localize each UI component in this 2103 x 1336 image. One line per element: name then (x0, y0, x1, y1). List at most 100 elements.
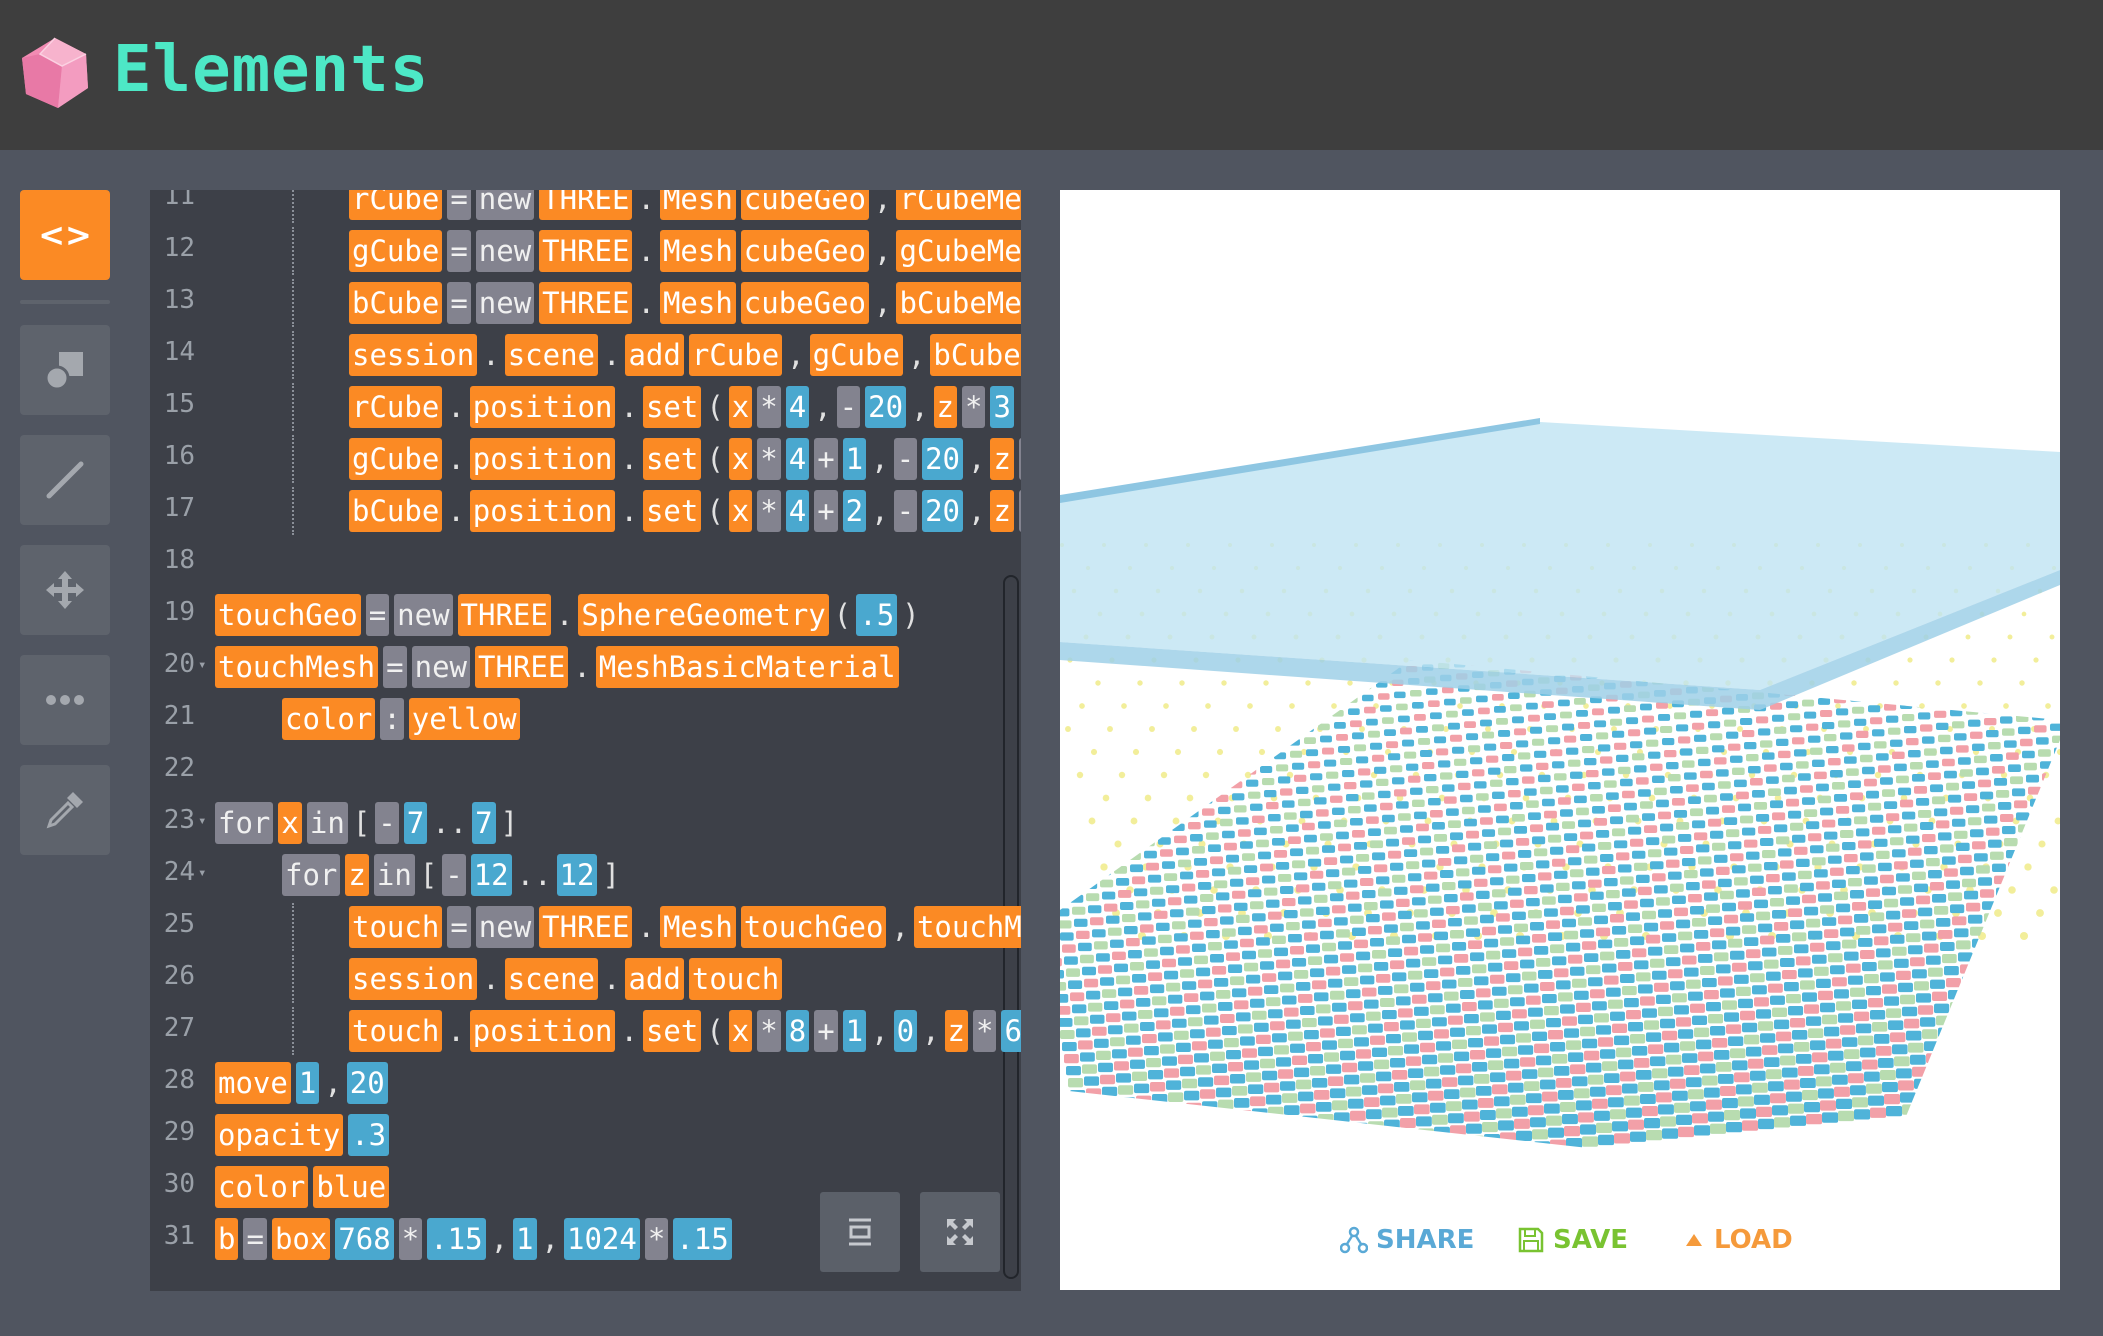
code-line[interactable]: touchMesh = new THREE. MeshBasicMaterial (215, 645, 904, 689)
code-token[interactable]: = (447, 906, 471, 948)
code-punctuation[interactable]: , (542, 1222, 559, 1256)
code-punctuation[interactable]: .. (432, 806, 467, 840)
code-token[interactable]: = (447, 282, 471, 324)
code-token[interactable]: rCube (349, 386, 443, 428)
code-token[interactable]: add (625, 958, 684, 1000)
code-punctuation[interactable]: . (620, 390, 637, 424)
code-token[interactable]: 0 (893, 1010, 918, 1052)
code-punctuation[interactable]: , (871, 1014, 888, 1048)
line-tool-button[interactable] (20, 435, 110, 525)
code-punctuation[interactable]: . (447, 494, 464, 528)
code-token[interactable]: new (475, 906, 535, 948)
code-token[interactable]: .15 (673, 1218, 732, 1260)
code-punctuation[interactable]: ] (501, 806, 518, 840)
code-token[interactable]: x (728, 490, 753, 532)
code-token[interactable]: bCube (349, 282, 443, 324)
code-token[interactable]: gCube (349, 438, 443, 480)
code-token[interactable]: 3 (990, 386, 1014, 428)
code-token[interactable]: Mesh (659, 190, 736, 220)
code-token[interactable]: x (278, 802, 302, 844)
code-line[interactable]: move 1, 20 (215, 1061, 393, 1105)
code-token[interactable]: for (215, 802, 274, 844)
code-token[interactable]: 20 (922, 490, 963, 532)
code-punctuation[interactable]: . (573, 650, 590, 684)
code-token[interactable]: Mesh (659, 906, 736, 948)
code-token[interactable]: 7 (403, 802, 428, 844)
code-tool-button[interactable]: <> (20, 190, 110, 280)
code-line[interactable]: b = box 768 * .15, 1, 1024 * .15 (215, 1217, 737, 1261)
code-punctuation[interactable]: ( (706, 442, 723, 476)
code-token[interactable]: * (757, 490, 781, 532)
code-token[interactable]: rCubeMes (896, 190, 1021, 220)
code-punctuation[interactable]: . (447, 1014, 464, 1048)
code-token[interactable]: = (243, 1218, 267, 1260)
code-punctuation[interactable]: . (556, 598, 573, 632)
code-token[interactable]: cubeGeo (740, 282, 870, 324)
more-tool-button[interactable] (20, 655, 110, 745)
shapes-tool-button[interactable] (20, 325, 110, 415)
code-line[interactable]: touch.position.set(x*8+1,0,z*6) (349, 1009, 1021, 1053)
code-token[interactable]: set (642, 490, 702, 532)
code-token[interactable]: 4 (785, 386, 810, 428)
code-token[interactable]: .3 (348, 1114, 390, 1156)
code-editor[interactable]: 11rCube=newTHREE.MeshcubeGeo,rCubeMes12g… (150, 190, 1021, 1291)
code-token[interactable]: .5 (856, 594, 898, 636)
code-token[interactable]: touch (349, 906, 443, 948)
code-token[interactable]: cubeGeo (740, 190, 870, 220)
code-line[interactable]: gCube.position.set(x*4+1,-20,z*3 (349, 437, 1021, 481)
code-punctuation[interactable]: , (814, 390, 831, 424)
code-punctuation[interactable]: . (620, 442, 637, 476)
code-punctuation[interactable]: , (968, 494, 985, 528)
code-token[interactable]: 4 (785, 438, 810, 480)
code-token[interactable]: z (933, 386, 957, 428)
code-token[interactable]: new (475, 190, 535, 220)
code-token[interactable]: new (394, 594, 453, 636)
code-token[interactable]: + (814, 490, 838, 532)
code-token[interactable]: 20 (865, 386, 907, 428)
code-punctuation[interactable]: , (871, 494, 888, 528)
code-punctuation[interactable]: , (874, 234, 891, 268)
code-line[interactable]: session. scene. add touch (349, 957, 787, 1001)
code-punctuation[interactable]: .. (517, 858, 552, 892)
code-line[interactable]: color: yellow (282, 697, 525, 741)
format-code-button[interactable] (820, 1192, 900, 1272)
code-token[interactable]: gCubeMes (896, 230, 1021, 272)
code-token[interactable]: THREE (539, 230, 633, 272)
code-line[interactable]: rCube.position.set(x*4,-20,z*3) (349, 385, 1021, 429)
code-token[interactable]: scene (504, 958, 598, 1000)
code-token[interactable]: 20 (922, 438, 963, 480)
code-token[interactable]: * (398, 1218, 423, 1260)
code-line[interactable]: color blue (215, 1165, 394, 1209)
code-token[interactable]: new (411, 646, 470, 688)
code-punctuation[interactable]: . (637, 910, 654, 944)
code-token[interactable]: Mesh (659, 230, 736, 272)
code-line[interactable]: for z in[-12.. 12] (282, 853, 625, 897)
code-token[interactable]: * (973, 1010, 997, 1052)
code-token[interactable]: = (447, 190, 471, 220)
code-token[interactable]: color (215, 1166, 309, 1208)
code-token[interactable]: scene (504, 334, 598, 376)
code-line[interactable]: session. scene. add rCube, gCube, bCube (349, 333, 1021, 377)
code-token[interactable]: move (215, 1062, 291, 1104)
code-punctuation[interactable]: . (482, 338, 499, 372)
code-punctuation[interactable]: ( (706, 1014, 723, 1048)
code-token[interactable]: * (757, 386, 781, 428)
code-token[interactable]: * (1018, 490, 1021, 532)
code-token[interactable]: THREE (539, 282, 633, 324)
code-token[interactable]: z (944, 1010, 969, 1052)
code-token[interactable]: x (728, 386, 753, 428)
code-punctuation[interactable]: . (637, 190, 654, 216)
code-punctuation[interactable]: ( (706, 390, 723, 424)
code-token[interactable]: in (373, 854, 415, 896)
code-token[interactable]: 2 (842, 490, 867, 532)
code-punctuation[interactable]: . (620, 1014, 637, 1048)
code-token[interactable]: - (836, 386, 861, 428)
code-token[interactable]: bCubeMes (896, 282, 1021, 324)
code-punctuation[interactable]: . (603, 338, 620, 372)
code-line[interactable]: touchGeo = new THREE. SphereGeometry(.5) (215, 593, 925, 637)
fold-arrow-icon[interactable]: ▾ (198, 865, 206, 881)
code-punctuation[interactable]: . (447, 390, 464, 424)
code-token[interactable]: THREE (539, 190, 633, 220)
gem-icon[interactable] (18, 36, 92, 110)
code-token[interactable]: position (469, 490, 616, 532)
